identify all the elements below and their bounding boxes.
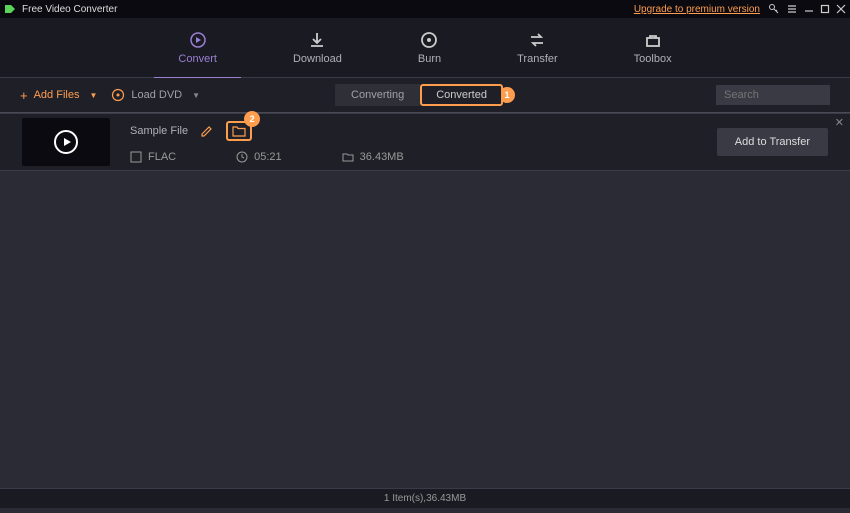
upgrade-link[interactable]: Upgrade to premium version bbox=[634, 4, 760, 15]
file-duration: 05:21 bbox=[236, 151, 282, 163]
key-icon[interactable] bbox=[768, 3, 780, 15]
chevron-down-icon: ▼ bbox=[89, 91, 97, 100]
content-area: ✕ Sample File 2 FLAC 05:21 bbox=[0, 113, 850, 513]
nav-download-label: Download bbox=[293, 53, 342, 65]
add-files-label: Add Files bbox=[34, 89, 80, 101]
add-to-transfer-button[interactable]: Add to Transfer bbox=[717, 128, 828, 156]
callout-2: 2 bbox=[244, 111, 260, 127]
play-icon bbox=[54, 130, 78, 154]
titlebar: Free Video Converter Upgrade to premium … bbox=[0, 0, 850, 18]
nav-convert-label: Convert bbox=[178, 53, 217, 65]
statusbar: 1 Item(s),36.43MB bbox=[0, 488, 850, 508]
file-thumbnail[interactable] bbox=[22, 118, 110, 166]
clock-icon bbox=[236, 151, 248, 163]
menu-icon[interactable] bbox=[786, 3, 798, 15]
nav-download[interactable]: Download bbox=[281, 27, 354, 69]
dvd-icon bbox=[111, 88, 125, 102]
app-title: Free Video Converter bbox=[22, 4, 634, 15]
add-files-button[interactable]: + Add Files ▼ bbox=[20, 88, 97, 103]
tab-converting[interactable]: Converting bbox=[335, 84, 420, 106]
file-size: 36.43MB bbox=[342, 151, 404, 163]
load-dvd-button[interactable]: Load DVD ▼ bbox=[111, 88, 200, 102]
file-name: Sample File bbox=[130, 125, 188, 137]
minimize-icon[interactable] bbox=[804, 4, 814, 14]
status-text: 1 Item(s),36.43MB bbox=[384, 493, 466, 504]
file-format: FLAC bbox=[130, 151, 176, 163]
app-logo bbox=[4, 3, 18, 15]
format-icon bbox=[130, 151, 142, 163]
open-folder-button[interactable]: 2 bbox=[226, 121, 252, 141]
tab-converted[interactable]: Converted bbox=[420, 84, 503, 106]
nav-convert[interactable]: Convert bbox=[166, 27, 229, 69]
file-row: ✕ Sample File 2 FLAC 05:21 bbox=[0, 113, 850, 171]
toolbar: + Add Files ▼ Load DVD ▼ Converting Conv… bbox=[0, 78, 850, 113]
burn-icon bbox=[420, 31, 438, 49]
maximize-icon[interactable] bbox=[820, 4, 830, 14]
search-input[interactable] bbox=[716, 85, 830, 105]
main-nav: Convert Download Burn Transfer Toolbox bbox=[0, 18, 850, 78]
download-icon bbox=[308, 31, 326, 49]
convert-icon bbox=[189, 31, 207, 49]
nav-toolbox[interactable]: Toolbox bbox=[622, 27, 684, 69]
transfer-icon bbox=[528, 31, 546, 49]
chevron-down-icon: ▼ bbox=[192, 91, 200, 100]
load-dvd-label: Load DVD bbox=[131, 89, 182, 101]
plus-icon: + bbox=[20, 88, 28, 103]
folder-icon bbox=[342, 151, 354, 163]
edit-icon[interactable] bbox=[200, 124, 214, 138]
toolbox-icon bbox=[644, 31, 662, 49]
close-row-icon[interactable]: ✕ bbox=[835, 116, 844, 129]
nav-transfer[interactable]: Transfer bbox=[505, 27, 570, 69]
nav-burn-label: Burn bbox=[418, 53, 441, 65]
nav-toolbox-label: Toolbox bbox=[634, 53, 672, 65]
close-icon[interactable] bbox=[836, 4, 846, 14]
nav-burn[interactable]: Burn bbox=[406, 27, 453, 69]
nav-transfer-label: Transfer bbox=[517, 53, 558, 65]
